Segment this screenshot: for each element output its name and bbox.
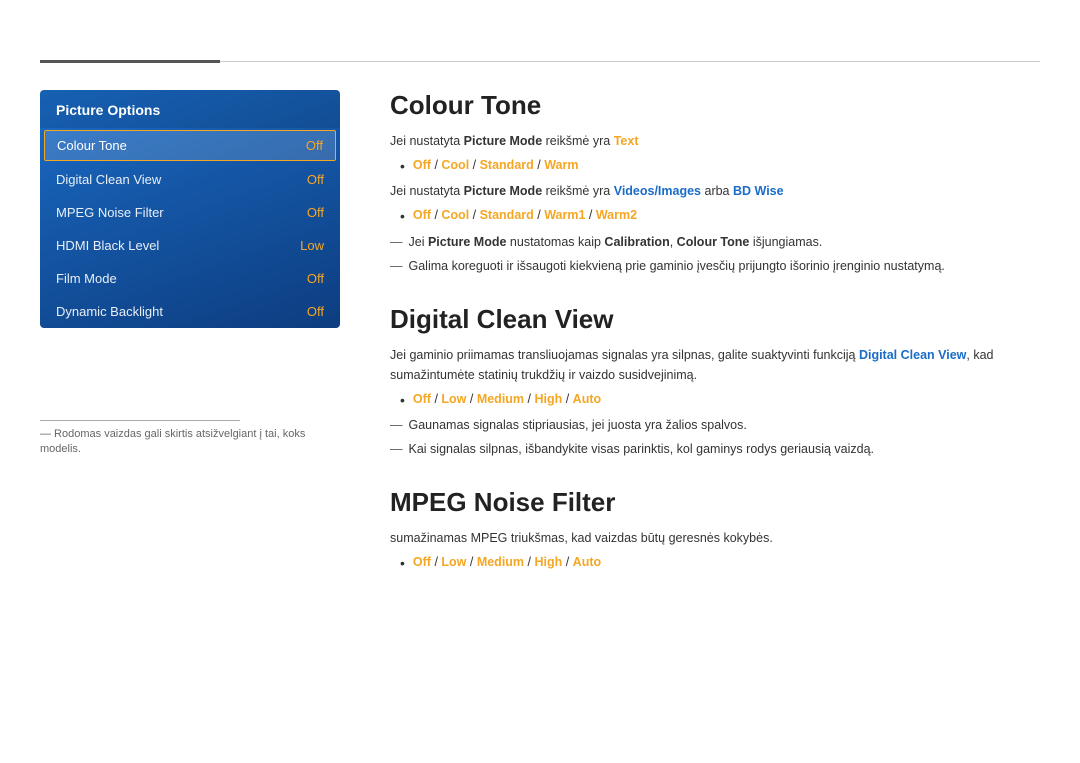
section-digital-clean-view-title: Digital Clean View — [390, 304, 1040, 335]
mpeg-auto: Auto — [573, 555, 601, 569]
option-off2: Off — [413, 208, 431, 222]
mpeg-bullet1-content: Off / Low / Medium / High / Auto — [413, 552, 601, 572]
dcv-dash2-content: Kai signalas silpnas, išbandykite visas … — [409, 439, 875, 459]
sidebar-item-digital-clean-view[interactable]: Digital Clean View Off — [40, 163, 340, 196]
option-off1: Off — [413, 158, 431, 172]
sidebar-item-film-mode[interactable]: Film Mode Off — [40, 262, 340, 295]
footnote-text: ― Rodomas vaizdas gali skirtis atsižvelg… — [40, 427, 340, 458]
calibration-ref: Calibration — [604, 235, 669, 249]
sidebar-title: Picture Options — [40, 90, 340, 128]
section-digital-clean-view-body: Jei gaminio priimamas transliuojamas sig… — [390, 345, 1040, 459]
sidebar-item-hdmi-black-level-value: Low — [300, 238, 324, 253]
colour-tone-dash2: Galima koreguoti ir išsaugoti kiekvieną … — [390, 256, 1040, 276]
dcv-high: High — [534, 392, 562, 406]
option-cool: Cool — [441, 158, 469, 172]
sidebar-item-film-mode-value: Off — [307, 271, 324, 286]
dcv-medium: Medium — [477, 392, 524, 406]
option-warm2: Warm2 — [596, 208, 637, 222]
sidebar-item-mpeg-noise-filter[interactable]: MPEG Noise Filter Off — [40, 196, 340, 229]
dcv-para1: Jei gaminio priimamas transliuojamas sig… — [390, 345, 1040, 385]
option-standard2: Standard — [480, 208, 534, 222]
option-standard1: Standard — [480, 158, 534, 172]
picture-mode-ref1: Picture Mode — [464, 134, 543, 148]
colour-tone-bullet2: Off / Cool / Standard / Warm1 / Warm2 — [400, 205, 1040, 227]
sidebar-item-film-mode-label: Film Mode — [56, 271, 117, 286]
top-line-light — [220, 61, 1040, 62]
dcv-ref: Digital Clean View — [859, 348, 966, 362]
section-colour-tone-title: Colour Tone — [390, 90, 1040, 121]
option-cool2: Cool — [441, 208, 469, 222]
colour-tone-dash1: Jei Picture Mode nustatomas kaip Calibra… — [390, 232, 1040, 252]
option-warm: Warm — [544, 158, 578, 172]
sidebar-item-hdmi-black-level-label: HDMI Black Level — [56, 238, 159, 253]
dcv-dash1: Gaunamas signalas stipriausias, jei juos… — [390, 415, 1040, 435]
mpeg-low: Low — [441, 555, 466, 569]
top-line-accent — [40, 60, 220, 63]
picture-mode-ref2: Picture Mode — [464, 184, 543, 198]
dash1-content: Jei Picture Mode nustatomas kaip Calibra… — [409, 232, 823, 252]
sidebar-item-dynamic-backlight-value: Off — [307, 304, 324, 319]
colour-tone-para2: Jei nustatyta Picture Mode reikšmė yra V… — [390, 181, 1040, 201]
sidebar-item-colour-tone-value: Off — [306, 138, 323, 153]
top-decorative-lines — [40, 60, 1040, 63]
section-mpeg-noise-filter-title: MPEG Noise Filter — [390, 487, 1040, 518]
footnote-divider — [40, 420, 240, 421]
bd-wise-ref: BD Wise — [733, 184, 784, 198]
sidebar-item-digital-clean-view-value: Off — [307, 172, 324, 187]
dcv-bullet1: Off / Low / Medium / High / Auto — [400, 389, 1040, 411]
dcv-auto: Auto — [573, 392, 601, 406]
sidebar-item-hdmi-black-level[interactable]: HDMI Black Level Low — [40, 229, 340, 262]
mpeg-para1: sumažinamas MPEG triukšmas, kad vaizdas … — [390, 528, 1040, 548]
videos-images-ref: Videos/Images — [614, 184, 701, 198]
colour-tone-ref: Colour Tone — [677, 235, 750, 249]
mpeg-bullet1: Off / Low / Medium / High / Auto — [400, 552, 1040, 574]
dcv-low: Low — [441, 392, 466, 406]
section-colour-tone: Colour Tone Jei nustatyta Picture Mode r… — [390, 90, 1040, 276]
sidebar-item-colour-tone-label: Colour Tone — [57, 138, 127, 153]
mpeg-off: Off — [413, 555, 431, 569]
mpeg-medium: Medium — [477, 555, 524, 569]
dcv-dash1-content: Gaunamas signalas stipriausias, jei juos… — [409, 415, 747, 435]
colour-tone-bullet1: Off / Cool / Standard / Warm — [400, 155, 1040, 177]
bullet2-content: Off / Cool / Standard / Warm1 / Warm2 — [413, 205, 637, 225]
dcv-bullet1-content: Off / Low / Medium / High / Auto — [413, 389, 601, 409]
bullet1-content: Off / Cool / Standard / Warm — [413, 155, 579, 175]
sidebar-item-mpeg-noise-filter-value: Off — [307, 205, 324, 220]
picture-mode-ref3: Picture Mode — [428, 235, 507, 249]
option-warm1: Warm1 — [544, 208, 585, 222]
mpeg-high: High — [534, 555, 562, 569]
sidebar-item-mpeg-noise-filter-label: MPEG Noise Filter — [56, 205, 164, 220]
dash2-content: Galima koreguoti ir išsaugoti kiekvieną … — [409, 256, 945, 276]
sidebar-panel: Picture Options Colour Tone Off Digital … — [40, 90, 340, 328]
main-content: Colour Tone Jei nustatyta Picture Mode r… — [390, 90, 1040, 603]
section-mpeg-noise-filter-body: sumažinamas MPEG triukšmas, kad vaizdas … — [390, 528, 1040, 574]
section-mpeg-noise-filter: MPEG Noise Filter sumažinamas MPEG triuk… — [390, 487, 1040, 574]
sidebar-item-digital-clean-view-label: Digital Clean View — [56, 172, 161, 187]
sidebar-item-dynamic-backlight[interactable]: Dynamic Backlight Off — [40, 295, 340, 328]
footnote-area: ― Rodomas vaizdas gali skirtis atsižvelg… — [40, 420, 340, 458]
colour-tone-para1: Jei nustatyta Picture Mode reikšmė yra T… — [390, 131, 1040, 151]
sidebar-item-colour-tone[interactable]: Colour Tone Off — [44, 130, 336, 161]
sidebar-item-dynamic-backlight-label: Dynamic Backlight — [56, 304, 163, 319]
section-digital-clean-view: Digital Clean View Jei gaminio priimamas… — [390, 304, 1040, 459]
text-ref: Text — [614, 134, 639, 148]
dcv-dash2: Kai signalas silpnas, išbandykite visas … — [390, 439, 1040, 459]
dcv-off: Off — [413, 392, 431, 406]
section-colour-tone-body: Jei nustatyta Picture Mode reikšmė yra T… — [390, 131, 1040, 276]
